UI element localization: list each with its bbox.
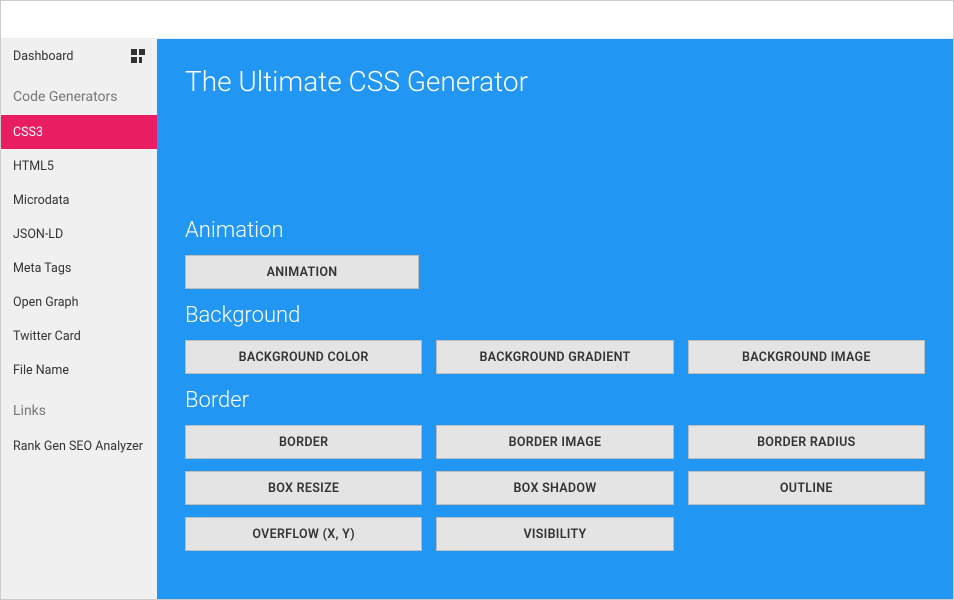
sidebar-section-title: Code Generators [1, 73, 157, 115]
group-title-background: Background [185, 303, 925, 328]
generator-button-background-gradient[interactable]: BACKGROUND GRADIENT [436, 340, 673, 374]
sidebar-item-label: CSS3 [13, 125, 43, 140]
sidebar-section-title: Links [1, 387, 157, 429]
sidebar-item-label: File Name [13, 363, 69, 378]
sidebar-item-label: Rank Gen SEO Analyzer [13, 439, 143, 454]
dashboard-icon [131, 49, 145, 63]
sidebar-item-css3[interactable]: CSS3 [1, 115, 157, 149]
generator-button-border-radius[interactable]: BORDER RADIUS [688, 425, 925, 459]
sidebar-item-label: JSON-LD [13, 227, 63, 242]
main-content: The Ultimate CSS Generator Animation ANI… [157, 39, 953, 599]
sidebar-item-json-ld[interactable]: JSON-LD [1, 217, 157, 251]
sidebar-item-dashboard[interactable]: Dashboard [1, 39, 157, 73]
sidebar-item-file-name[interactable]: File Name [1, 353, 157, 387]
sidebar-item-label: Meta Tags [13, 261, 71, 276]
generator-button-background-color[interactable]: BACKGROUND COLOR [185, 340, 422, 374]
sidebar-item-html5[interactable]: HTML5 [1, 149, 157, 183]
generator-button-overflow[interactable]: OVERFLOW (X, Y) [185, 517, 422, 551]
generator-button-visibility[interactable]: VISIBILITY [436, 517, 673, 551]
sidebar-item-label: HTML5 [13, 159, 54, 174]
sidebar-item-microdata[interactable]: Microdata [1, 183, 157, 217]
sidebar-item-open-graph[interactable]: Open Graph [1, 285, 157, 319]
sidebar-item-meta-tags[interactable]: Meta Tags [1, 251, 157, 285]
page-title: The Ultimate CSS Generator [185, 65, 925, 98]
generator-button-border[interactable]: BORDER [185, 425, 422, 459]
generator-button-box-shadow[interactable]: BOX SHADOW [436, 471, 673, 505]
sidebar-item-twitter-card[interactable]: Twitter Card [1, 319, 157, 353]
generator-button-background-image[interactable]: BACKGROUND IMAGE [688, 340, 925, 374]
generator-button-outline[interactable]: OUTLINE [688, 471, 925, 505]
generator-button-border-image[interactable]: BORDER IMAGE [436, 425, 673, 459]
sidebar-item-label: Open Graph [13, 295, 78, 310]
sidebar-item-label: Twitter Card [13, 329, 81, 344]
sidebar-item-label: Microdata [13, 193, 69, 208]
top-bar [1, 1, 953, 39]
group-title-border: Border [185, 388, 925, 413]
generator-button-animation[interactable]: ANIMATION [185, 255, 419, 289]
sidebar: Dashboard Code Generators CSS3 HTML5 Mic… [1, 39, 157, 599]
group-title-animation: Animation [185, 218, 925, 243]
sidebar-item-rank-gen[interactable]: Rank Gen SEO Analyzer [1, 429, 157, 463]
sidebar-item-label: Dashboard [13, 49, 73, 64]
generator-button-box-resize[interactable]: BOX RESIZE [185, 471, 422, 505]
